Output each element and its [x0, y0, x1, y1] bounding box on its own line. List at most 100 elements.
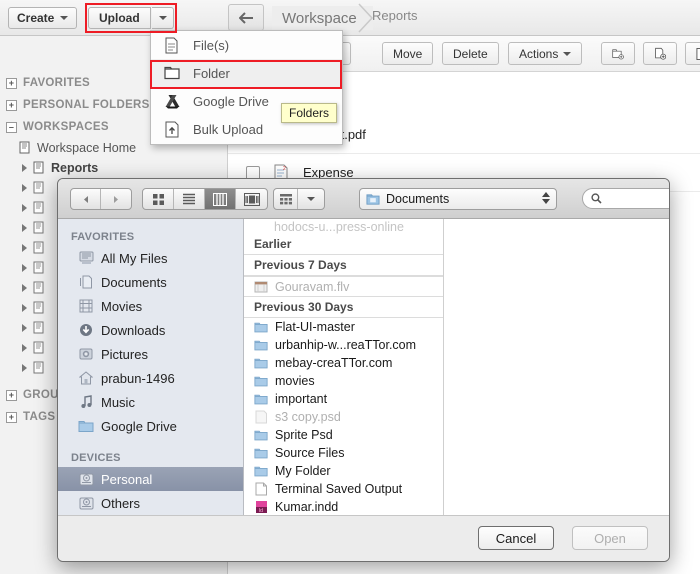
sidebar-item-label: Google Drive [101, 419, 177, 434]
upload-button[interactable]: Upload [88, 7, 151, 29]
workspace-node-icon [32, 281, 46, 295]
file-list-item-label: Terminal Saved Output [275, 482, 402, 496]
search-input[interactable] [582, 188, 670, 209]
back-button[interactable] [71, 189, 101, 209]
chevron-right-icon [22, 204, 27, 212]
dialog-sidebar-item-prabun-1496[interactable]: prabun-1496 [58, 366, 243, 390]
psd-file-icon [254, 410, 268, 424]
file-list-item-label: urbanhip-w...reaTTor.com [275, 338, 416, 352]
file-list-item[interactable]: My Folder [244, 462, 443, 480]
list-item-clipped[interactable]: hodocs-u...press-online [244, 219, 443, 234]
nav-segmented-control[interactable] [70, 188, 132, 210]
location-label: Documents [386, 192, 449, 206]
move-button-label: Move [393, 47, 422, 61]
sidebar-item-label: Movies [101, 299, 142, 314]
folder-icon [78, 418, 94, 434]
view-list-button[interactable] [174, 189, 205, 209]
menu-item-label: Folder [193, 66, 230, 81]
dialog-body: FAVORITES All My Files Documents Movies Dow… [58, 219, 669, 515]
file-list-item[interactable]: Source Files [244, 444, 443, 462]
menu-item-folder[interactable]: Folder [151, 59, 342, 87]
back-arrow-icon [82, 195, 90, 204]
back-button[interactable] [228, 4, 264, 31]
file-browser-column[interactable]: hodocs-u...press-online EarlierPrevious … [244, 219, 444, 515]
view-mode-segmented-control[interactable] [142, 188, 268, 210]
expand-icon: + [6, 390, 17, 401]
dialog-columns: hodocs-u...press-online EarlierPrevious … [244, 219, 669, 515]
workspace-node-icon [32, 201, 46, 215]
sidebar-item-label: Music [101, 395, 135, 410]
arrange-dropdown[interactable] [273, 188, 325, 210]
view-icon-button[interactable] [143, 189, 174, 209]
chevron-right-icon [22, 224, 27, 232]
file-list-item[interactable]: mebay-creaTTor.com [244, 354, 443, 372]
folder-icon [254, 338, 268, 352]
movie-file-icon [254, 280, 268, 294]
file-list-item-label: movies [275, 374, 315, 388]
dialog-sidebar-item-downloads[interactable]: Downloads [58, 318, 243, 342]
delete-button[interactable]: Delete [442, 42, 499, 65]
actions-button-label: Actions [519, 47, 558, 61]
dialog-sidebar-item-documents[interactable]: Documents [58, 270, 243, 294]
breadcrumb-current: Reports [372, 8, 418, 23]
menu-item-label: Bulk Upload [193, 122, 263, 137]
sidebar-header-favorites: FAVORITES [58, 227, 243, 246]
file-list-item[interactable]: s3 copy.psd [244, 408, 443, 426]
forward-button[interactable] [101, 189, 131, 209]
open-button[interactable]: Open [572, 526, 648, 550]
view-coverflow-button[interactable] [236, 189, 267, 209]
dialog-sidebar-item-all-my-files[interactable]: All My Files [58, 246, 243, 270]
dialog-device-item-personal[interactable]: Personal [58, 467, 243, 491]
collapse-icon: – [6, 122, 17, 133]
app-top-toolbar: Create Upload Workspace Reports [0, 0, 700, 36]
menu-item-files[interactable]: File(s) [151, 31, 342, 59]
new-folder-button[interactable] [601, 42, 635, 65]
file-list-item[interactable]: movies [244, 372, 443, 390]
workspace-node-icon [32, 241, 46, 255]
sidebar-item-label: Documents [101, 275, 167, 290]
chevron-right-icon [22, 344, 27, 352]
view-column-button[interactable] [205, 189, 236, 209]
file-list-item[interactable]: Terminal Saved Output [244, 480, 443, 498]
file-list-item[interactable]: Gouravam.flv [244, 276, 443, 297]
dialog-sidebar-item-google-drive[interactable]: Google Drive [58, 414, 243, 438]
list-icon [696, 47, 700, 61]
sidebar-item-label: Others [101, 496, 140, 511]
dialog-sidebar-item-movies[interactable]: Movies [58, 294, 243, 318]
more-toolbar-button[interactable] [685, 42, 700, 65]
tooltip: Folders [281, 103, 337, 123]
new-document-button[interactable] [643, 42, 677, 65]
cancel-button[interactable]: Cancel [478, 526, 554, 550]
file-list-item[interactable]: IdKumar.indd [244, 498, 443, 515]
breadcrumb-workspace-label: Workspace [282, 10, 357, 27]
column-view-icon [213, 193, 227, 206]
sidebar-item-reports[interactable]: Reports [0, 158, 227, 178]
arrange-chevron[interactable] [298, 189, 324, 209]
stepper-icon[interactable] [542, 192, 550, 204]
pictures-icon [78, 346, 94, 362]
location-popup-button[interactable]: Documents [359, 188, 557, 210]
google-drive-icon [163, 92, 181, 110]
workspace-node-icon [32, 221, 46, 235]
create-button[interactable]: Create [8, 7, 77, 29]
file-list-item[interactable]: Sprite Psd [244, 426, 443, 444]
movies-icon [78, 298, 94, 314]
chevron-down-icon [159, 16, 167, 20]
move-button[interactable]: Move [382, 42, 433, 65]
dialog-device-item-others[interactable]: Others [58, 491, 243, 515]
workspace-node-icon [32, 181, 46, 195]
sidebar-item-label: Reports [51, 161, 98, 175]
upload-dropdown-button[interactable] [152, 7, 174, 29]
folder-icon [254, 356, 268, 370]
file-list-item[interactable]: important [244, 390, 443, 408]
file-group-header: Previous 7 Days [244, 255, 443, 276]
sidebar-header-devices: DEVICES [58, 448, 243, 467]
dialog-sidebar-item-music[interactable]: Music [58, 390, 243, 414]
dialog-sidebar-item-pictures[interactable]: Pictures [58, 342, 243, 366]
actions-button[interactable]: Actions [508, 42, 582, 65]
chevron-right-icon [22, 324, 27, 332]
sidebar-item-label: Downloads [101, 323, 165, 338]
file-list-item[interactable]: Flat-UI-master [244, 318, 443, 336]
expand-icon: + [6, 100, 17, 111]
file-list-item[interactable]: urbanhip-w...reaTTor.com [244, 336, 443, 354]
